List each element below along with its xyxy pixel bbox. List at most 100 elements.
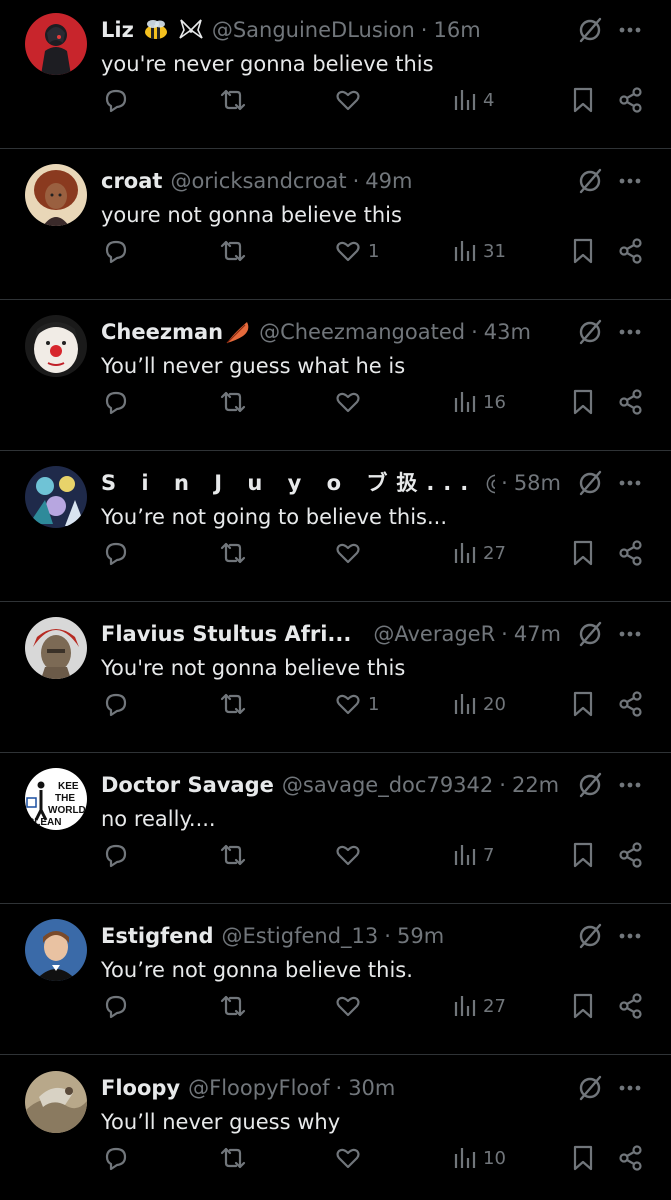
retweet-button[interactable] (218, 236, 248, 266)
views-button[interactable]: 16 (453, 387, 506, 417)
share-button[interactable] (618, 991, 644, 1021)
views-button[interactable]: 4 (453, 85, 494, 115)
view-count: 7 (483, 844, 495, 866)
reply-button[interactable] (102, 387, 130, 417)
share-button[interactable] (618, 85, 644, 115)
retweet-button[interactable] (218, 991, 248, 1021)
reply-icon (105, 844, 127, 868)
reply-button[interactable] (102, 236, 130, 266)
heart-icon (336, 996, 360, 1017)
bookmark-button[interactable] (571, 538, 595, 568)
like-button[interactable] (334, 840, 368, 870)
tweet-feed: Liz @SanguineDLusion · 16m you're never … (0, 0, 671, 1200)
view-count: 27 (483, 542, 506, 564)
share-button[interactable] (618, 840, 644, 870)
share-button[interactable] (618, 689, 644, 719)
reply-icon (105, 89, 127, 113)
retweet-button[interactable] (218, 387, 248, 417)
action-bar: 1 31 (0, 149, 671, 300)
share-icon (619, 691, 642, 717)
tweet[interactable]: KEE THE WORLD CLEAN Doctor Savage @savag… (0, 753, 671, 904)
tweet[interactable]: S i n J u y o ブ扱... @TealS... · 58m You’… (0, 451, 671, 602)
like-button[interactable] (334, 1143, 368, 1173)
reply-icon (105, 1147, 127, 1171)
reply-icon (105, 391, 127, 415)
like-button[interactable]: 1 (334, 689, 379, 719)
bookmark-button[interactable] (571, 1143, 595, 1173)
reply-button[interactable] (102, 840, 130, 870)
like-button[interactable] (334, 387, 368, 417)
share-icon (619, 389, 642, 415)
views-button[interactable]: 20 (453, 689, 506, 719)
heart-icon (336, 392, 360, 413)
views-chart-icon (454, 1148, 476, 1168)
share-button[interactable] (618, 538, 644, 568)
bookmark-icon (573, 389, 593, 415)
heart-icon (336, 1148, 360, 1169)
views-button[interactable]: 10 (453, 1143, 506, 1173)
share-button[interactable] (618, 1143, 644, 1173)
views-chart-icon (454, 996, 476, 1016)
retweet-button[interactable] (218, 840, 248, 870)
reply-button[interactable] (102, 1143, 130, 1173)
like-button[interactable] (334, 991, 368, 1021)
tweet[interactable]: croat @oricksandcroat · 49m youre not go… (0, 149, 671, 300)
like-count: 1 (368, 240, 380, 262)
view-count: 10 (483, 1147, 506, 1169)
bookmark-icon (573, 691, 593, 717)
retweet-icon (220, 240, 246, 262)
like-button[interactable] (334, 538, 368, 568)
share-button[interactable] (618, 387, 644, 417)
tweet[interactable]: Liz @SanguineDLusion · 16m you're never … (0, 0, 671, 149)
views-button[interactable]: 27 (453, 991, 506, 1021)
retweet-button[interactable] (218, 1143, 248, 1173)
view-count: 20 (483, 693, 506, 715)
retweet-icon (220, 89, 246, 111)
views-chart-icon (454, 241, 476, 261)
bookmark-icon (573, 87, 593, 113)
action-bar: 4 (0, 0, 671, 149)
like-button[interactable]: 1 (334, 236, 379, 266)
tweet[interactable]: Cheezman @Cheezmangoated · 43m You’ll ne… (0, 300, 671, 451)
view-count: 31 (483, 240, 506, 262)
views-button[interactable]: 7 (453, 840, 494, 870)
bookmark-button[interactable] (571, 840, 595, 870)
bookmark-button[interactable] (571, 236, 595, 266)
share-icon (619, 993, 642, 1019)
views-button[interactable]: 27 (453, 538, 506, 568)
reply-button[interactable] (102, 538, 130, 568)
heart-icon (336, 90, 360, 111)
view-count: 4 (483, 89, 495, 111)
like-button[interactable] (334, 85, 368, 115)
retweet-icon (220, 542, 246, 564)
tweet[interactable]: Floopy @FloopyFloof · 30m You’ll never g… (0, 1056, 671, 1200)
bookmark-button[interactable] (571, 689, 595, 719)
like-count: 1 (368, 693, 380, 715)
retweet-button[interactable] (218, 538, 248, 568)
heart-icon (336, 694, 360, 715)
retweet-button[interactable] (218, 85, 248, 115)
retweet-icon (220, 844, 246, 866)
retweet-icon (220, 1147, 246, 1169)
views-chart-icon (454, 543, 476, 563)
share-icon (619, 238, 642, 264)
tweet[interactable]: Estigfend @Estigfend_13 · 59m You’re not… (0, 904, 671, 1055)
tweet[interactable]: Flavius Stultus Afri... @AverageRo... · … (0, 602, 671, 753)
share-button[interactable] (618, 236, 644, 266)
bookmark-button[interactable] (571, 991, 595, 1021)
heart-icon (336, 241, 360, 262)
bookmark-icon (573, 842, 593, 868)
views-button[interactable]: 31 (453, 236, 506, 266)
share-icon (619, 842, 642, 868)
reply-button[interactable] (102, 991, 130, 1021)
retweet-button[interactable] (218, 689, 248, 719)
share-icon (619, 1145, 642, 1171)
bookmark-icon (573, 993, 593, 1019)
share-icon (619, 87, 642, 113)
share-icon (619, 540, 642, 566)
reply-button[interactable] (102, 689, 130, 719)
bookmark-button[interactable] (571, 387, 595, 417)
views-chart-icon (454, 392, 476, 412)
reply-button[interactable] (102, 85, 130, 115)
bookmark-button[interactable] (571, 85, 595, 115)
